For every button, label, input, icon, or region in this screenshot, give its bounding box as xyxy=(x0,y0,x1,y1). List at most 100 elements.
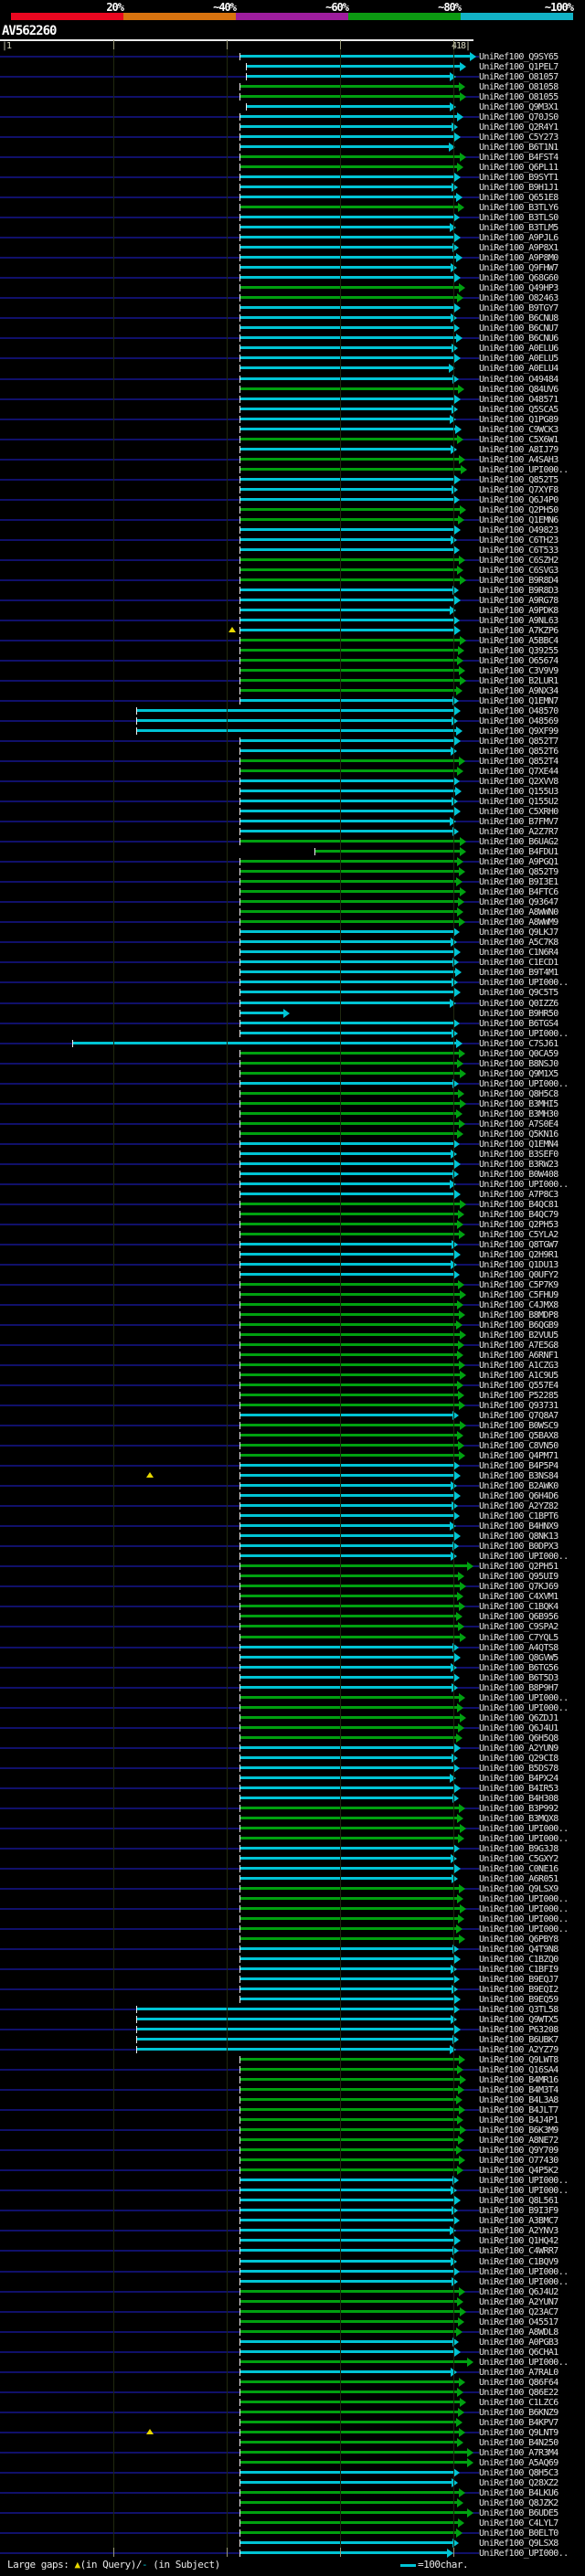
hit-label[interactable]: UniRef100_O45517 xyxy=(479,2317,558,2327)
hit-label[interactable]: UniRef100_Q8H5C8 xyxy=(479,1089,558,1098)
hit-alignment-bar[interactable] xyxy=(240,1554,451,1558)
hit-label[interactable]: UniRef100_O81057 xyxy=(479,73,558,82)
hit-label[interactable]: UniRef100_C4XVM1 xyxy=(479,1593,558,1602)
hit-alignment-bar[interactable] xyxy=(240,2178,452,2182)
hit-label[interactable]: UniRef100_Q7XE44 xyxy=(479,768,558,777)
hit-alignment-bar[interactable] xyxy=(240,1011,283,1014)
hit-label[interactable]: UniRef100_Q84UV6 xyxy=(479,385,558,394)
hit-alignment-bar[interactable] xyxy=(240,1967,451,1971)
hit-label[interactable]: UniRef100_Q9M3X1 xyxy=(479,103,558,112)
hit-label[interactable]: UniRef100_B6CNU8 xyxy=(479,314,558,323)
hit-alignment-bar[interactable] xyxy=(240,1202,460,1205)
hit-alignment-bar[interactable] xyxy=(240,1876,452,1880)
hit-alignment-bar[interactable] xyxy=(240,1564,467,1568)
hit-label[interactable]: UniRef100_A9PDK8 xyxy=(479,606,558,615)
hit-alignment-bar[interactable] xyxy=(240,296,457,300)
hit-alignment-bar[interactable] xyxy=(240,1404,459,1407)
hit-label[interactable]: UniRef100_A5AQ69 xyxy=(479,2458,558,2467)
hit-alignment-bar[interactable] xyxy=(240,1323,456,1327)
hit-label[interactable]: UniRef100_A9PGQ1 xyxy=(479,858,558,867)
hit-label[interactable]: UniRef100_B0WSC9 xyxy=(479,1422,558,1431)
hit-alignment-bar[interactable] xyxy=(240,2168,457,2172)
hit-label[interactable]: UniRef100_Q2PH53 xyxy=(479,1220,558,1229)
hit-alignment-bar[interactable] xyxy=(240,628,454,631)
hit-label[interactable]: UniRef100_B0W408 xyxy=(479,1170,558,1179)
hit-label[interactable]: UniRef100_B3SEF0 xyxy=(479,1150,558,1159)
hit-label[interactable]: UniRef100_A0ELU4 xyxy=(479,365,558,374)
hit-alignment-bar[interactable] xyxy=(137,2048,450,2051)
hit-alignment-bar[interactable] xyxy=(240,1906,460,1910)
hit-alignment-bar[interactable] xyxy=(240,699,452,703)
hit-alignment-bar[interactable] xyxy=(240,165,457,169)
hit-label[interactable]: UniRef100_O48569 xyxy=(479,717,558,726)
hit-alignment-bar[interactable] xyxy=(240,336,456,340)
hit-label[interactable]: UniRef100_Q8GVW5 xyxy=(479,1653,558,1662)
hit-label[interactable]: UniRef100_UPI000.. xyxy=(479,1079,569,1088)
hit-alignment-bar[interactable] xyxy=(240,1242,452,1246)
hit-alignment-bar[interactable] xyxy=(73,1041,456,1044)
hit-label[interactable]: UniRef100_C5X6W1 xyxy=(479,435,558,444)
hit-label[interactable]: UniRef100_Q7KJ69 xyxy=(479,1583,558,1592)
hit-alignment-bar[interactable] xyxy=(240,1735,456,1739)
hit-label[interactable]: UniRef100_C8VN50 xyxy=(479,1442,558,1451)
hit-label[interactable]: UniRef100_C6SZH2 xyxy=(479,556,558,565)
hit-label[interactable]: UniRef100_B8MDP8 xyxy=(479,1311,558,1320)
hit-label[interactable]: UniRef100_Q1PEL7 xyxy=(479,63,558,72)
hit-alignment-bar[interactable] xyxy=(240,840,460,843)
hit-alignment-bar[interactable] xyxy=(240,246,452,249)
hit-alignment-bar[interactable] xyxy=(240,1665,451,1669)
hit-label[interactable]: UniRef100_B4KPV7 xyxy=(479,2418,558,2427)
hit-label[interactable]: UniRef100_Q7XYF8 xyxy=(479,485,558,494)
hit-label[interactable]: UniRef100_Q6J4P0 xyxy=(479,495,558,504)
hit-alignment-bar[interactable] xyxy=(240,638,460,641)
hit-label[interactable]: UniRef100_Q0CA59 xyxy=(479,1049,558,1058)
hit-alignment-bar[interactable] xyxy=(240,1856,451,1860)
hit-alignment-bar[interactable] xyxy=(240,1595,457,1598)
hit-label[interactable]: UniRef100_Q6CHA1 xyxy=(479,2348,558,2357)
hit-label[interactable]: UniRef100_O65674 xyxy=(479,656,558,665)
hit-alignment-bar[interactable] xyxy=(240,1715,460,1719)
hit-label[interactable]: UniRef100_B3TLS0 xyxy=(479,214,558,223)
hit-label[interactable]: UniRef100_B9H1J1 xyxy=(479,184,558,193)
hit-alignment-bar[interactable] xyxy=(240,256,456,260)
hit-label[interactable]: UniRef100_O81055 xyxy=(479,93,558,102)
hit-alignment-bar[interactable] xyxy=(240,2249,452,2253)
hit-alignment-bar[interactable] xyxy=(240,467,461,471)
hit-alignment-bar[interactable] xyxy=(240,1605,459,1608)
hit-alignment-bar[interactable] xyxy=(240,1081,452,1085)
hit-alignment-bar[interactable] xyxy=(240,2510,467,2514)
hit-label[interactable]: UniRef100_A9NL63 xyxy=(479,616,558,625)
hit-label[interactable]: UniRef100_P52285 xyxy=(479,1392,558,1401)
hit-label[interactable]: UniRef100_C1LZC6 xyxy=(479,2398,558,2407)
hit-alignment-bar[interactable] xyxy=(240,1434,457,1437)
hit-alignment-bar[interactable] xyxy=(137,729,456,733)
hit-alignment-bar[interactable] xyxy=(240,2450,467,2454)
hit-label[interactable]: UniRef100_A2YZ82 xyxy=(479,1502,558,1511)
hit-alignment-bar[interactable] xyxy=(240,236,454,239)
hit-alignment-bar[interactable] xyxy=(240,226,450,229)
hit-label[interactable]: UniRef100_C4LYL7 xyxy=(479,2518,558,2528)
hit-alignment-bar[interactable] xyxy=(240,1474,454,1478)
hit-label[interactable]: UniRef100_A3BMC7 xyxy=(479,2217,558,2226)
hit-label[interactable]: UniRef100_A9NX34 xyxy=(479,687,558,696)
hit-alignment-bar[interactable] xyxy=(240,1101,460,1105)
hit-alignment-bar[interactable] xyxy=(247,105,450,109)
hit-label[interactable]: UniRef100_Q6J4U1 xyxy=(479,1723,558,1733)
hit-alignment-bar[interactable] xyxy=(240,487,452,491)
hit-alignment-bar[interactable] xyxy=(240,2209,452,2212)
hit-alignment-bar[interactable] xyxy=(240,1786,454,1789)
hit-alignment-bar[interactable] xyxy=(240,547,453,551)
hit-label[interactable]: UniRef100_A2YNV3 xyxy=(479,2227,558,2236)
hit-label[interactable]: UniRef100_B4PX24 xyxy=(479,1774,558,1783)
hit-alignment-bar[interactable] xyxy=(240,749,451,753)
hit-alignment-bar[interactable] xyxy=(240,1755,452,1759)
hit-alignment-bar[interactable] xyxy=(240,286,459,290)
hit-label[interactable]: UniRef100_Q2XVV8 xyxy=(479,778,558,787)
hit-label[interactable]: UniRef100_Q6H5Q8 xyxy=(479,1733,558,1743)
hit-alignment-bar[interactable] xyxy=(240,1645,452,1648)
hit-alignment-bar[interactable] xyxy=(240,2078,460,2082)
hit-alignment-bar[interactable] xyxy=(240,739,454,743)
hit-label[interactable]: UniRef100_Q16SA4 xyxy=(479,2066,558,2075)
hit-alignment-bar[interactable] xyxy=(240,397,454,400)
hit-label[interactable]: UniRef100_B6CNU7 xyxy=(479,324,558,334)
